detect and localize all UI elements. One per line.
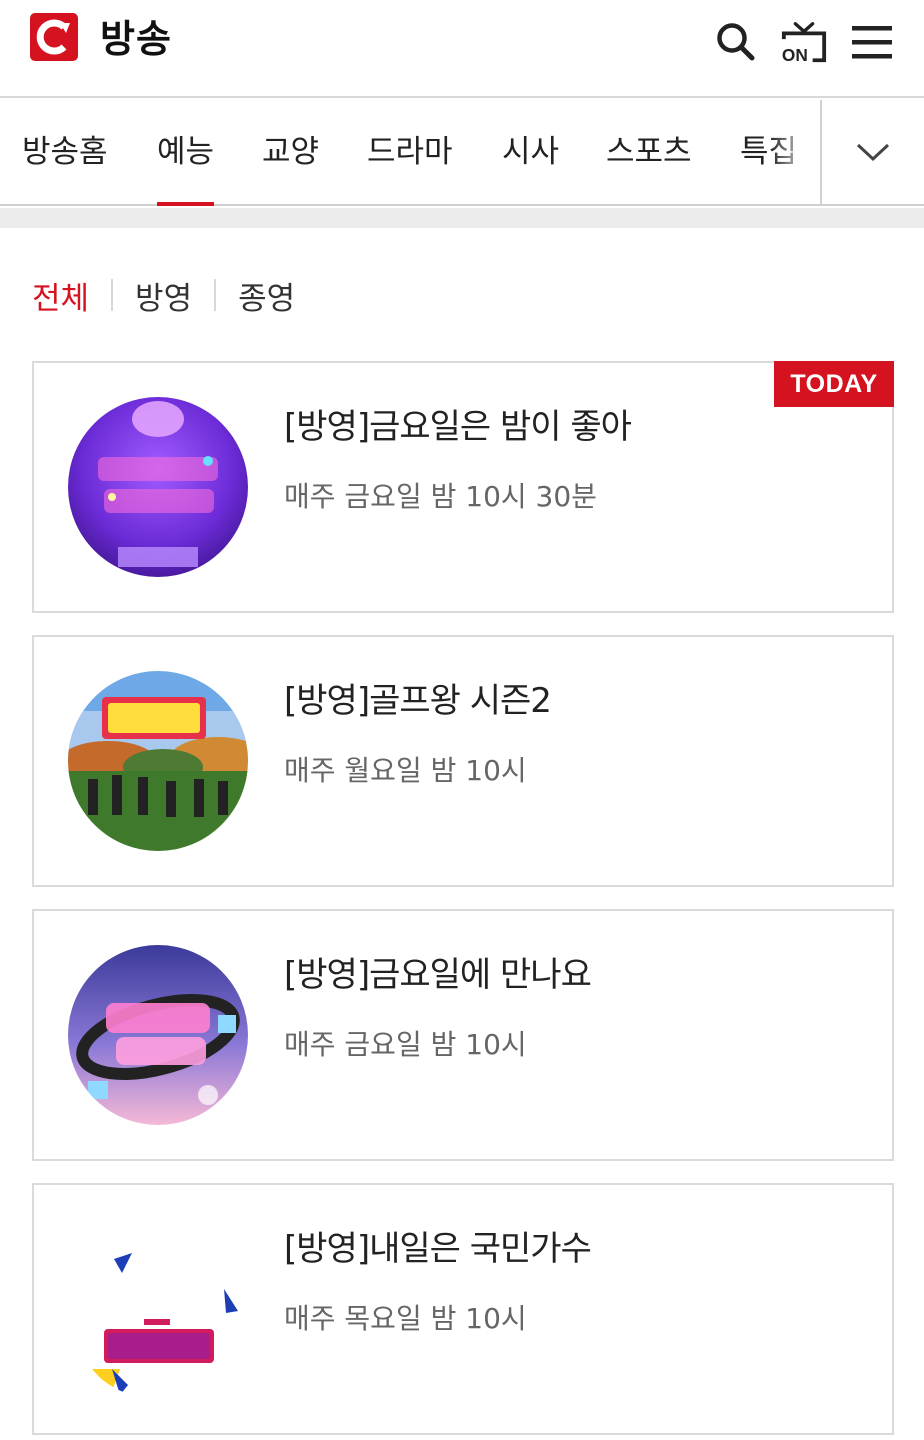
program-schedule: 매주 금요일 밤 10시 <box>284 1028 527 1061</box>
program-card[interactable]: [방영]내일은 국민가수 매주 목요일 밤 10시 <box>32 1183 894 1435</box>
tab-sports[interactable]: 스포츠 <box>606 100 692 206</box>
status-filter-tabs: 전체 방영 종영 <box>32 270 295 320</box>
filter-ended[interactable]: 종영 <box>238 273 295 318</box>
section-separator <box>0 208 924 228</box>
top-header: 방송 ON <box>0 0 924 98</box>
filter-all[interactable]: 전체 <box>32 273 89 318</box>
category-tab-bar: 방송홈 예능 교양 드라마 시사 스포츠 특집 <box>0 100 924 206</box>
tab-culture[interactable]: 교양 <box>262 100 319 206</box>
on-air-tv-icon[interactable]: ON <box>780 18 828 66</box>
program-title: [방영]골프왕 시즌2 <box>284 681 552 721</box>
divider <box>111 279 114 311</box>
tab-drama[interactable]: 드라마 <box>367 100 453 206</box>
channel-c-logo-icon[interactable] <box>30 13 78 61</box>
program-thumbnail <box>68 1219 248 1399</box>
chevron-down-icon <box>856 143 890 162</box>
search-icon[interactable] <box>712 18 760 66</box>
program-thumbnail <box>68 397 248 577</box>
program-thumbnail <box>68 671 248 851</box>
program-title: [방영]내일은 국민가수 <box>284 1229 592 1269</box>
filter-airing[interactable]: 방영 <box>135 273 192 318</box>
tab-current-affairs[interactable]: 시사 <box>502 100 559 206</box>
tab-scroll-fade <box>770 100 820 204</box>
tab-entertainment[interactable]: 예능 <box>157 100 215 206</box>
program-card[interactable]: [방영]골프왕 시즌2 매주 월요일 밤 10시 <box>32 635 894 887</box>
hamburger-menu-icon[interactable] <box>848 18 896 66</box>
tab-broadcast-home[interactable]: 방송홈 <box>22 100 108 206</box>
program-thumbnail <box>68 945 248 1125</box>
program-schedule: 매주 금요일 밤 10시 30분 <box>284 480 597 513</box>
page-title: 방송 <box>100 17 172 61</box>
expand-categories-button[interactable] <box>822 100 924 204</box>
program-schedule: 매주 월요일 밤 10시 <box>284 754 527 787</box>
program-card[interactable]: [방영]금요일에 만나요 매주 금요일 밤 10시 <box>32 909 894 1161</box>
program-title: [방영]금요일은 밤이 좋아 <box>284 407 632 447</box>
divider <box>214 279 217 311</box>
today-badge: TODAY <box>774 361 894 407</box>
program-card[interactable]: [방영]금요일은 밤이 좋아 매주 금요일 밤 10시 30분 TODAY <box>32 361 894 613</box>
program-schedule: 매주 목요일 밤 10시 <box>284 1302 527 1335</box>
svg-text:ON: ON <box>782 45 808 65</box>
program-title: [방영]금요일에 만나요 <box>284 955 592 995</box>
